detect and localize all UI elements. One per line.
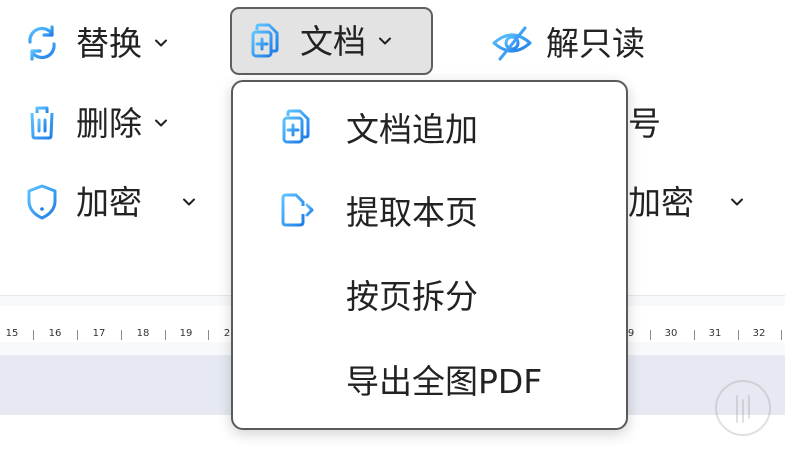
remove-readonly-button[interactable]: 解只读 [490, 11, 645, 75]
menu-item-export-image-pdf[interactable]: 导出全图PDF [233, 339, 626, 419]
ruler-tick-label: 31 [708, 328, 722, 339]
menu-item-extract-page[interactable]: 提取本页 [233, 170, 626, 250]
page-number-button[interactable]: 号 [628, 91, 661, 155]
replace-label: 替换 [76, 23, 142, 63]
ruler-tick-label: 17 [92, 328, 106, 339]
ruler-tick-line [77, 330, 78, 340]
delete-label: 删除 [76, 103, 142, 143]
doc-button[interactable]: 文档 [230, 7, 433, 75]
extract-page-icon [277, 190, 317, 230]
ruler-tick-label: 16 [48, 328, 62, 339]
chevron-down-icon [374, 30, 396, 52]
delete-button[interactable]: 删除 [20, 91, 172, 155]
app-window: 替换 文档 解只读 删除 加密 号 加密 15 16 17 18 19 2 9 … [0, 0, 785, 453]
doc-label: 文档 [300, 21, 366, 61]
secondary-encrypt-button[interactable]: 加密 [628, 170, 748, 234]
ruler-tick-line [33, 330, 34, 340]
chevron-down-icon [726, 191, 748, 213]
encrypt-label: 加密 [76, 182, 142, 222]
shield-icon [20, 180, 64, 224]
secondary-encrypt-label: 加密 [628, 182, 694, 222]
chevron-down-icon [150, 112, 172, 134]
doc-dropdown-menu: 文档追加 提取本页 按页拆分 导出全图PDF [231, 80, 628, 430]
ruler-tick-label: 15 [5, 328, 19, 339]
replace-icon [20, 21, 64, 65]
eye-off-icon [490, 21, 534, 65]
ruler-tick-line [165, 330, 166, 340]
ruler-tick-line [738, 330, 739, 340]
chevron-down-icon [150, 32, 172, 54]
ruler-tick-label: 9 [627, 328, 635, 339]
replace-button[interactable]: 替换 [20, 11, 172, 75]
ruler-tick-line [208, 330, 209, 340]
ruler-tick-label: 2 [223, 328, 231, 339]
encrypt-button[interactable]: 加密 [20, 170, 200, 234]
ruler-tick-line [650, 330, 651, 340]
menu-item-label: 按页拆分 [346, 277, 478, 316]
menu-item-label: 提取本页 [346, 193, 478, 232]
chevron-down-icon [178, 191, 200, 213]
ruler-tick-line [694, 330, 695, 340]
ruler-tick-label: 19 [179, 328, 193, 339]
menu-item-label: 导出全图PDF [346, 362, 543, 401]
ruler-tick-label: 30 [664, 328, 678, 339]
doc-append-icon [277, 107, 317, 147]
menu-item-label: 文档追加 [346, 110, 478, 149]
doc-append-icon [244, 19, 288, 63]
ruler-tick-line [121, 330, 122, 340]
readonly-label: 解只读 [546, 23, 645, 63]
trash-icon [20, 101, 64, 145]
menu-item-split-by-page[interactable]: 按页拆分 [233, 254, 626, 334]
page-number-label-fragment: 号 [628, 103, 661, 143]
watermark-logo-icon [715, 380, 771, 436]
ruler-tick-label: 32 [752, 328, 766, 339]
menu-item-doc-append[interactable]: 文档追加 [233, 87, 626, 167]
ruler-tick-label: 18 [136, 328, 150, 339]
ruler-tick-line [781, 330, 782, 340]
